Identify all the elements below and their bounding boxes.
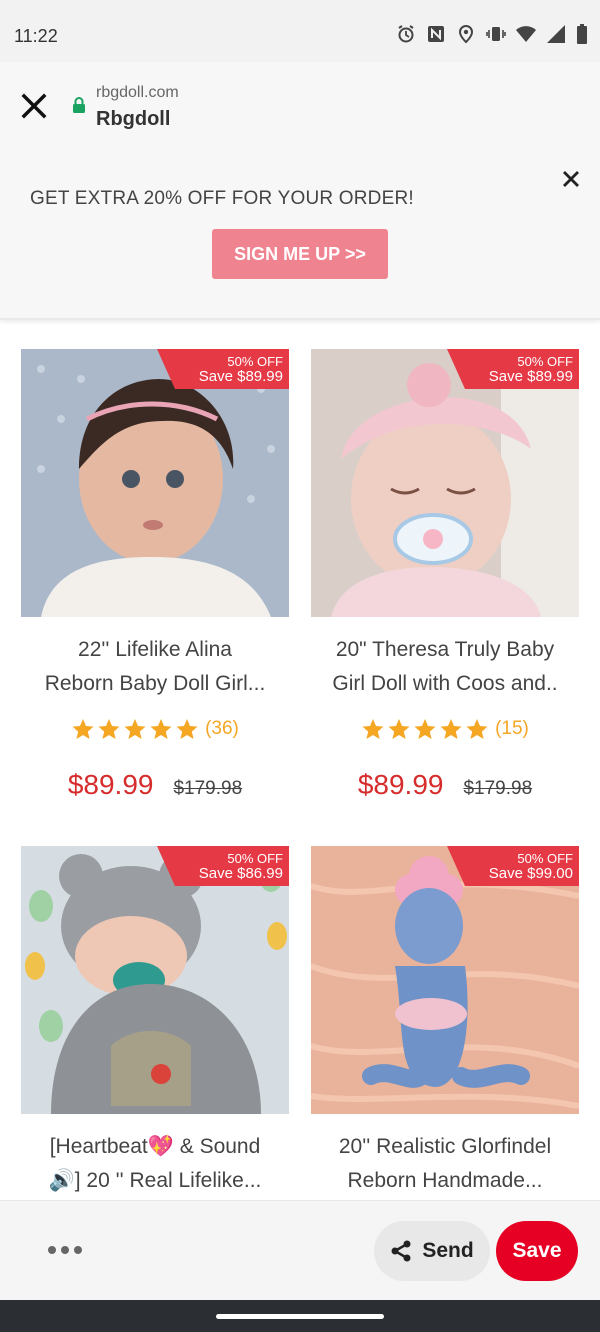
browser-bar: rbgdoll.com Rbgdoll [0,62,600,150]
rating: (15) [311,717,579,741]
badge-save: Save $89.99 [488,368,573,385]
product-title-line: [Heartbeat💖 & Sound [49,1135,261,1158]
star-icon [124,719,146,739]
star-icon [362,719,384,739]
product-title[interactable]: [Heartbeat💖 & Sound 🔊] 20 '' Real Lifeli… [21,1130,289,1198]
battery-icon [576,24,588,44]
status-bar: 11:22 [0,0,600,62]
star-icon [440,719,462,739]
discount-badge: 50% OFF Save $89.99 [157,349,289,389]
badge-save: Save $86.99 [198,865,283,882]
location-icon [456,24,476,44]
product-image[interactable]: 50% OFF Save $99.00 [311,846,579,1114]
product-image[interactable]: 50% OFF Save $89.99 [311,349,579,617]
product-title-line: 20" Theresa Truly Baby [335,638,555,661]
home-gesture-handle[interactable] [216,1314,384,1319]
price-row: $89.99 $179.98 [311,769,579,801]
star-icon [72,719,94,739]
badge-off: 50% OFF [227,851,283,866]
page-title: Rbgdoll [96,108,171,130]
url-domain: rbgdoll.com [96,84,179,101]
signal-icon [546,24,566,44]
status-icons [396,24,588,44]
star-icon [176,719,198,739]
discount-badge: 50% OFF Save $89.99 [447,349,579,389]
discount-badge: 50% OFF Save $86.99 [157,846,289,886]
price: $89.99 [67,769,154,800]
product-title-line: Reborn Baby Doll Girl... [44,672,266,695]
promo-close-icon[interactable] [560,168,582,190]
review-count: (15) [495,718,529,739]
alarm-icon [396,24,416,44]
price: $89.99 [357,769,444,800]
product-grid: 50% OFF Save $89.99 22'' Lifelike Alina … [0,320,600,1200]
share-icon [391,1240,411,1262]
badge-off: 50% OFF [517,354,573,369]
discount-badge: 50% OFF Save $99.00 [447,846,579,886]
bottom-action-bar: Send Save [0,1200,600,1300]
product-title[interactable]: 22'' Lifelike Alina Reborn Baby Doll Gir… [21,633,289,701]
product-title-line: Reborn Handmade... [347,1169,543,1192]
product-title-line: Girl Doll with Coos and.. [332,672,558,695]
status-time: 11:22 [14,26,58,46]
system-nav-bar [0,1300,600,1332]
product-image[interactable]: 50% OFF Save $89.99 [21,349,289,617]
star-icon [414,719,436,739]
old-price: $179.98 [463,778,533,799]
product-title-line: 🔊] 20 '' Real Lifelike... [48,1169,262,1192]
badge-save: Save $99.00 [488,865,573,882]
sign-up-button[interactable]: SIGN ME UP >> [212,229,388,279]
nfc-icon [426,24,446,44]
star-icon [150,719,172,739]
star-icon [388,719,410,739]
promo-text: GET EXTRA 20% OFF FOR YOUR ORDER! [30,188,414,209]
send-label: Send [422,1239,474,1262]
badge-off: 50% OFF [517,851,573,866]
star-icon [466,719,488,739]
old-price: $179.98 [173,778,243,799]
save-button[interactable]: Save [496,1221,578,1281]
product-title-line: 20'' Realistic Glorfindel [338,1135,552,1158]
vibrate-icon [486,24,506,44]
badge-save: Save $89.99 [198,368,283,385]
rating: (36) [21,717,289,741]
send-button[interactable]: Send [374,1221,490,1281]
lock-icon [72,96,86,114]
wifi-icon [516,24,536,44]
product-title[interactable]: 20" Theresa Truly Baby Girl Doll with Co… [311,633,579,701]
product-title[interactable]: 20'' Realistic Glorfindel Reborn Handmad… [311,1130,579,1198]
more-options-icon[interactable] [48,1243,86,1257]
review-count: (36) [205,718,239,739]
close-icon[interactable] [20,92,48,120]
price-row: $89.99 $179.98 [21,769,289,801]
badge-off: 50% OFF [227,354,283,369]
star-icon [98,719,120,739]
promo-banner: GET EXTRA 20% OFF FOR YOUR ORDER! SIGN M… [0,150,600,320]
product-image[interactable]: 50% OFF Save $86.99 [21,846,289,1114]
product-title-line: 22'' Lifelike Alina [78,638,232,661]
